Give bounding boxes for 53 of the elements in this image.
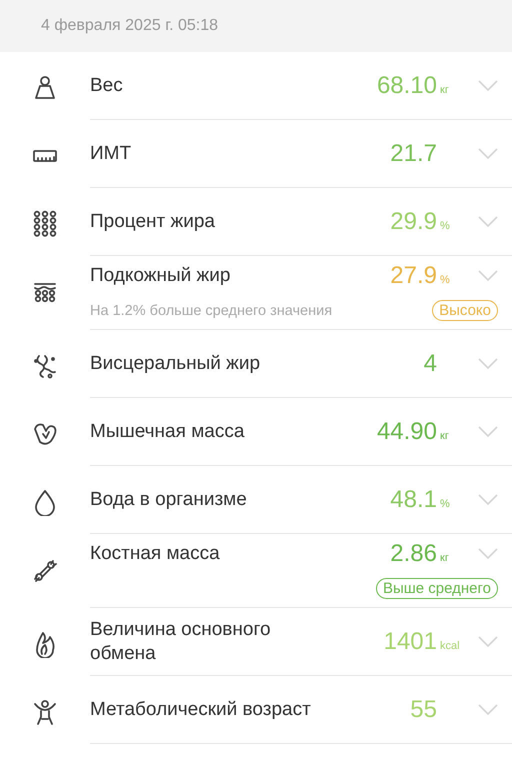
chevron-down-icon[interactable]	[478, 704, 498, 716]
metric-value: 44.90	[376, 418, 437, 446]
metric-row[interactable]: Вода в организме 48.1%	[0, 466, 512, 534]
chevron-down-icon[interactable]	[478, 548, 498, 560]
chevron-down-icon[interactable]	[478, 80, 498, 92]
metric-row[interactable]: Вес 68.10 кг	[0, 52, 512, 120]
metric-row[interactable]: Процент жира 29.9%	[0, 188, 512, 256]
metric-value: 55	[410, 696, 437, 724]
metric-value: 4	[424, 350, 437, 378]
chevron-down-icon[interactable]	[478, 216, 498, 228]
date-time: 4 февраля 2025 г. 05:18	[41, 17, 218, 35]
metric-label: Костная масса	[90, 542, 221, 566]
metric-label: Процент жира	[90, 210, 216, 234]
metric-row[interactable]: Метаболический возраст 55	[0, 676, 512, 744]
metric-value: 48.1	[390, 486, 437, 514]
metric-row[interactable]: Мышечная масса 44.90 кг	[0, 398, 512, 466]
metric-label: Мышечная масса	[90, 420, 246, 444]
metric-value: 2.86	[390, 540, 437, 568]
chevron-down-icon[interactable]	[478, 358, 498, 370]
metric-label: Висцеральный жир	[90, 352, 262, 376]
chevron-down-icon[interactable]	[478, 148, 498, 160]
metric-row[interactable]: Подкожный жир 27.9% На 1.2% больше среднего значения Высоко	[0, 256, 512, 330]
unit-label: кг	[440, 428, 450, 442]
metric-value: 29.9	[390, 208, 437, 236]
metric-row[interactable]: Висцеральный жир 4	[0, 330, 512, 398]
unit-label: %	[440, 496, 451, 510]
metric-row[interactable]: Костная масса 2.86 кг Выше среднего	[0, 534, 512, 608]
metric-label: ИМТ	[90, 142, 132, 166]
unit-label: кг	[440, 551, 450, 564]
metric-label: Величина основного обмена	[90, 618, 272, 666]
note-text: На 1.2% больше среднего значения	[90, 302, 332, 318]
chevron-down-icon[interactable]	[478, 494, 498, 506]
metric-label: Вода в организме	[90, 488, 248, 512]
metric-row[interactable]: ИМТ 21.7	[0, 120, 512, 188]
status-tag: Высоко	[432, 300, 498, 321]
unit-label: %	[440, 273, 451, 286]
unit-label: %	[440, 218, 451, 232]
unit-label: kcal	[440, 638, 461, 652]
metric-value: 27.9	[390, 262, 437, 290]
metric-value: 68.10	[376, 72, 437, 100]
metric-value: 21.7	[390, 140, 437, 168]
chevron-down-icon[interactable]	[478, 636, 498, 648]
metric-row[interactable]: Величина основного обмена 1401 kcal	[0, 608, 512, 676]
status-tag: Выше среднего	[376, 578, 498, 599]
dots-icon	[31, 210, 59, 238]
chevron-down-icon[interactable]	[478, 270, 498, 282]
chevron-down-icon[interactable]	[478, 426, 498, 438]
unit-label: кг	[440, 82, 450, 96]
metric-label: Вес	[90, 74, 124, 98]
person-icon	[31, 698, 59, 726]
metric-label: Подкожный жир	[90, 264, 232, 288]
metric-value: 1401	[384, 628, 437, 656]
metric-label: Метаболический возраст	[90, 698, 312, 722]
